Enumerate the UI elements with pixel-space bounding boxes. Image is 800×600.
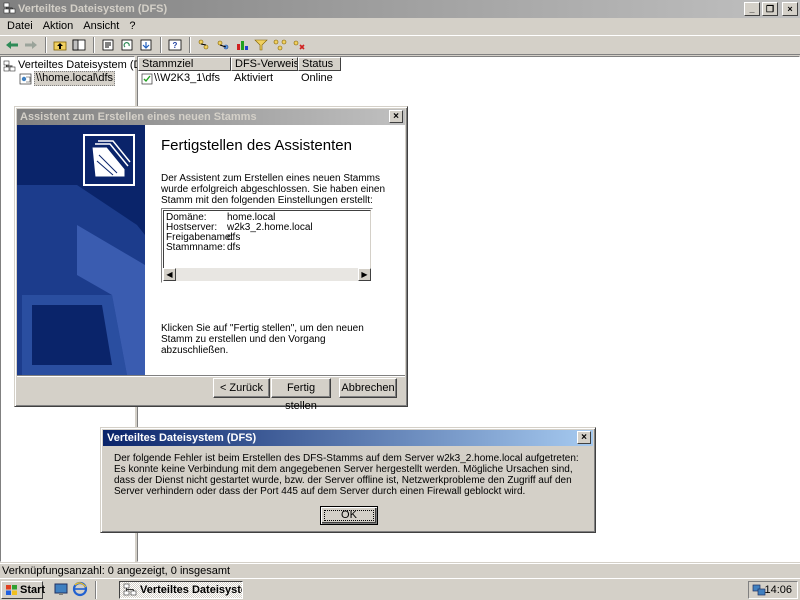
table-row[interactable]: \\W2K3_1\dfs Aktiviert Online — [138, 72, 341, 85]
new-link-button[interactable] — [214, 37, 232, 53]
cell-status: Online — [301, 72, 333, 84]
new-root-button[interactable] — [195, 37, 213, 53]
task-label: Verteiltes Dateisyste... — [140, 584, 242, 596]
status-chart-icon — [237, 41, 248, 50]
menu-help[interactable]: ? — [124, 18, 140, 35]
wizard-content: Fertigstellen des Assistenten Der Assist… — [161, 125, 401, 375]
wizard-banner — [17, 125, 145, 375]
svg-text:?: ? — [173, 41, 178, 50]
menu-ansicht[interactable]: Ansicht — [78, 18, 124, 35]
export-list-button[interactable] — [137, 37, 155, 53]
stammziel-value: \\W2K3_1\dfs — [154, 72, 221, 84]
main-title-bar[interactable]: Verteiltes Dateisystem (DFS) _ ❐ × — [0, 0, 800, 18]
summary-row: Stammname: dfs — [166, 242, 241, 253]
ok-focus-rect — [324, 510, 374, 521]
toolbar: ? — [0, 35, 800, 55]
properties-icon — [102, 39, 114, 51]
dfs-share-icon — [19, 73, 32, 84]
wizard-footer-text: Klicken Sie auf "Fertig stellen", um den… — [161, 323, 364, 356]
error-dialog: Verteiltes Dateisystem (DFS) × Der folge… — [100, 427, 596, 533]
tree-item-home-local-dfs[interactable]: \\home.local\dfs — [19, 71, 116, 86]
error-message-line1: Der folgende Fehler ist beim Erstellen d… — [114, 453, 579, 464]
finish-button[interactable]: Fertig stellen — [271, 378, 331, 412]
error-message-line2: Es konnte keine Verbindung mit dem angeg… — [114, 464, 573, 497]
back-wizard-button[interactable]: < Zurück — [213, 378, 270, 398]
taskbar-dfs-window-button[interactable]: Verteiltes Dateisyste... — [119, 581, 243, 599]
system-tray: 14:06 — [748, 581, 798, 599]
replicate-button[interactable] — [271, 37, 289, 53]
error-message: Der folgende Fehler ist beim Erstellen d… — [114, 453, 589, 497]
remove-button[interactable] — [290, 37, 308, 53]
error-title: Verteiltes Dateisystem (DFS) — [107, 432, 257, 444]
back-arrow-icon — [6, 41, 18, 49]
up-level-button[interactable] — [51, 37, 69, 53]
tree-child-label: \\home.local\dfs — [34, 71, 116, 86]
scroll-left-icon[interactable]: ◀ — [163, 268, 176, 281]
taskbar: Start Verteiltes Dateisyste... 14:06 — [0, 578, 800, 600]
taskbar-separator — [95, 581, 97, 599]
network-icon[interactable] — [752, 583, 766, 597]
wizard-close-button[interactable]: × — [389, 110, 403, 123]
back-button[interactable] — [3, 37, 21, 53]
status-button[interactable] — [233, 37, 251, 53]
export-icon — [140, 39, 152, 51]
windows-logo-icon — [6, 585, 17, 595]
wizard-body: Fertigstellen des Assistenten Der Assist… — [17, 125, 405, 375]
replication-icon — [273, 39, 287, 51]
new-root-wizard-dialog: Assistent zum Erstellen eines neuen Stam… — [14, 106, 408, 412]
dfs-taskbar-icon — [123, 583, 137, 596]
root-target-icon — [141, 73, 153, 84]
menu-bar: Datei Aktion Ansicht ? — [0, 18, 800, 35]
wizard-title-bar[interactable]: Assistent zum Erstellen eines neuen Stam… — [17, 109, 405, 125]
list-header: Stammziel DFS-Verweis Status — [138, 57, 341, 71]
summary-horizontal-scrollbar[interactable]: ◀ ▶ — [163, 268, 371, 281]
forward-arrow-icon — [25, 41, 37, 49]
minimize-button[interactable]: _ — [744, 2, 760, 16]
internet-explorer-icon[interactable] — [72, 581, 88, 597]
dfs-app-icon — [3, 2, 16, 14]
new-link-icon — [217, 40, 229, 50]
column-header-status[interactable]: Status — [298, 57, 341, 71]
properties-button[interactable] — [99, 37, 117, 53]
forward-button[interactable] — [22, 37, 40, 53]
filter-button[interactable] — [252, 37, 270, 53]
wizard-heading: Fertigstellen des Assistenten — [161, 137, 352, 154]
close-button[interactable]: × — [782, 2, 798, 16]
column-header-stammziel[interactable]: Stammziel — [138, 57, 231, 71]
remove-icon — [293, 40, 305, 50]
folder-up-icon — [53, 41, 67, 51]
show-desktop-icon[interactable] — [53, 581, 69, 597]
cancel-button[interactable]: Abbrechen — [339, 378, 397, 398]
status-bar: Verknüpfungsanzahl: 0 angezeigt, 0 insge… — [0, 563, 800, 578]
wizard-separator — [17, 375, 405, 377]
wizard-title: Assistent zum Erstellen eines neuen Stam… — [20, 111, 257, 123]
cell-dfs-verweis: Aktiviert — [234, 72, 274, 84]
clock[interactable]: 14:06 — [764, 584, 792, 596]
console-tree-icon — [72, 39, 86, 51]
wizard-intro-text: Der Assistent zum Erstellen eines neuen … — [161, 173, 386, 206]
new-root-icon — [198, 39, 209, 50]
error-title-bar[interactable]: Verteiltes Dateisystem (DFS) × — [103, 430, 593, 446]
scroll-right-icon[interactable]: ▶ — [358, 268, 371, 281]
dfs-root-icon — [3, 60, 16, 71]
restore-button[interactable]: ❐ — [762, 2, 778, 16]
start-label: Start — [20, 584, 46, 596]
ok-button[interactable]: OK — [320, 506, 378, 525]
refresh-icon — [121, 39, 133, 51]
cell-stammziel: \\W2K3_1\dfs — [138, 72, 231, 85]
help-button[interactable]: ? — [166, 37, 184, 53]
wizard-banner-art — [17, 125, 145, 375]
main-title: Verteiltes Dateisystem (DFS) — [18, 3, 168, 15]
start-button[interactable]: Start — [1, 581, 46, 599]
settings-summary-box[interactable]: Domäne: home.local Hostserver: w2k3_2.home… — [161, 208, 373, 283]
column-header-dfs-verweis[interactable]: DFS-Verweis — [231, 57, 298, 71]
refresh-button[interactable] — [118, 37, 136, 53]
settings-summary-text: Domäne: home.local Hostserver: w2k3_2.home… — [163, 210, 371, 268]
error-close-button[interactable]: × — [577, 431, 591, 444]
menu-aktion[interactable]: Aktion — [38, 18, 79, 35]
menu-datei[interactable]: Datei — [2, 18, 38, 35]
show-tree-button[interactable] — [70, 37, 88, 53]
filter-icon — [254, 39, 268, 51]
help-icon: ? — [168, 39, 182, 51]
